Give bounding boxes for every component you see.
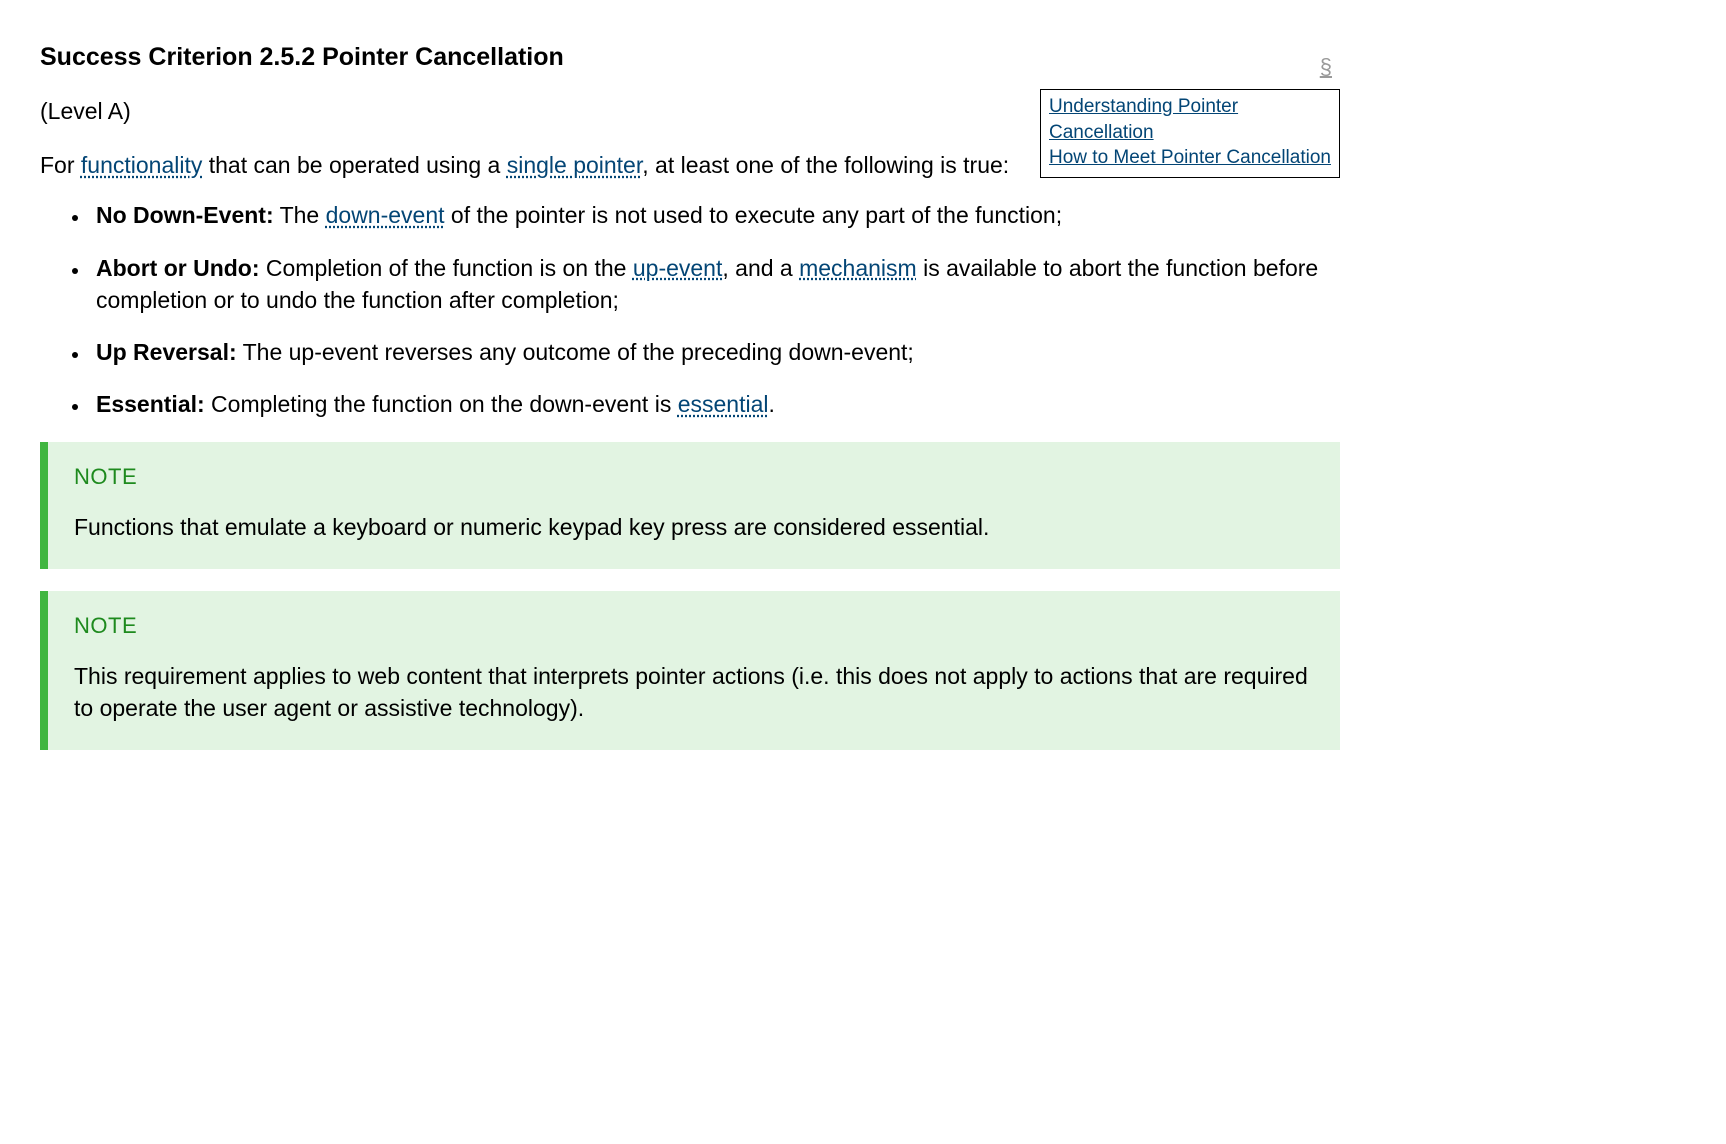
how-to-meet-link[interactable]: How to Meet Pointer Cancellation bbox=[1049, 145, 1331, 171]
criterion-essential: Essential: Completing the function on th… bbox=[90, 388, 1340, 420]
note-label: NOTE bbox=[74, 611, 1314, 642]
criterion-up-reversal: Up Reversal: The up-event reverses any o… bbox=[90, 336, 1340, 368]
term-essential[interactable]: essential bbox=[678, 391, 769, 417]
note-body: Functions that emulate a keyboard or num… bbox=[74, 511, 1314, 543]
criteria-list: No Down-Event: The down-event of the poi… bbox=[40, 199, 1340, 420]
level-label: (Level A) bbox=[40, 98, 131, 124]
note-body: This requirement applies to web content … bbox=[74, 660, 1314, 724]
note-label: NOTE bbox=[74, 462, 1314, 493]
term-single-pointer[interactable]: single pointer bbox=[507, 152, 643, 178]
term-down-event[interactable]: down-event bbox=[326, 202, 445, 228]
term-mechanism[interactable]: mechanism bbox=[799, 255, 917, 281]
criterion-term: Up Reversal: bbox=[96, 339, 237, 365]
criterion-term: No Down-Event: bbox=[96, 202, 274, 228]
section-link-icon[interactable]: § bbox=[1320, 52, 1332, 83]
criterion-no-down-event: No Down-Event: The down-event of the poi… bbox=[90, 199, 1340, 231]
doclinks-box: Understanding Pointer Cancellation How t… bbox=[1040, 89, 1340, 178]
note-box: NOTE Functions that emulate a keyboard o… bbox=[40, 442, 1340, 569]
term-up-event[interactable]: up-event bbox=[633, 255, 723, 281]
criterion-term: Abort or Undo: bbox=[96, 255, 260, 281]
term-functionality[interactable]: functionality bbox=[81, 152, 202, 178]
section-heading: Success Criterion 2.5.2 Pointer Cancella… bbox=[40, 40, 564, 75]
criterion-abort-undo: Abort or Undo: Completion of the functio… bbox=[90, 252, 1340, 316]
understanding-link[interactable]: Understanding Pointer Cancellation bbox=[1049, 94, 1331, 145]
criterion-term: Essential: bbox=[96, 391, 205, 417]
note-box: NOTE This requirement applies to web con… bbox=[40, 591, 1340, 750]
